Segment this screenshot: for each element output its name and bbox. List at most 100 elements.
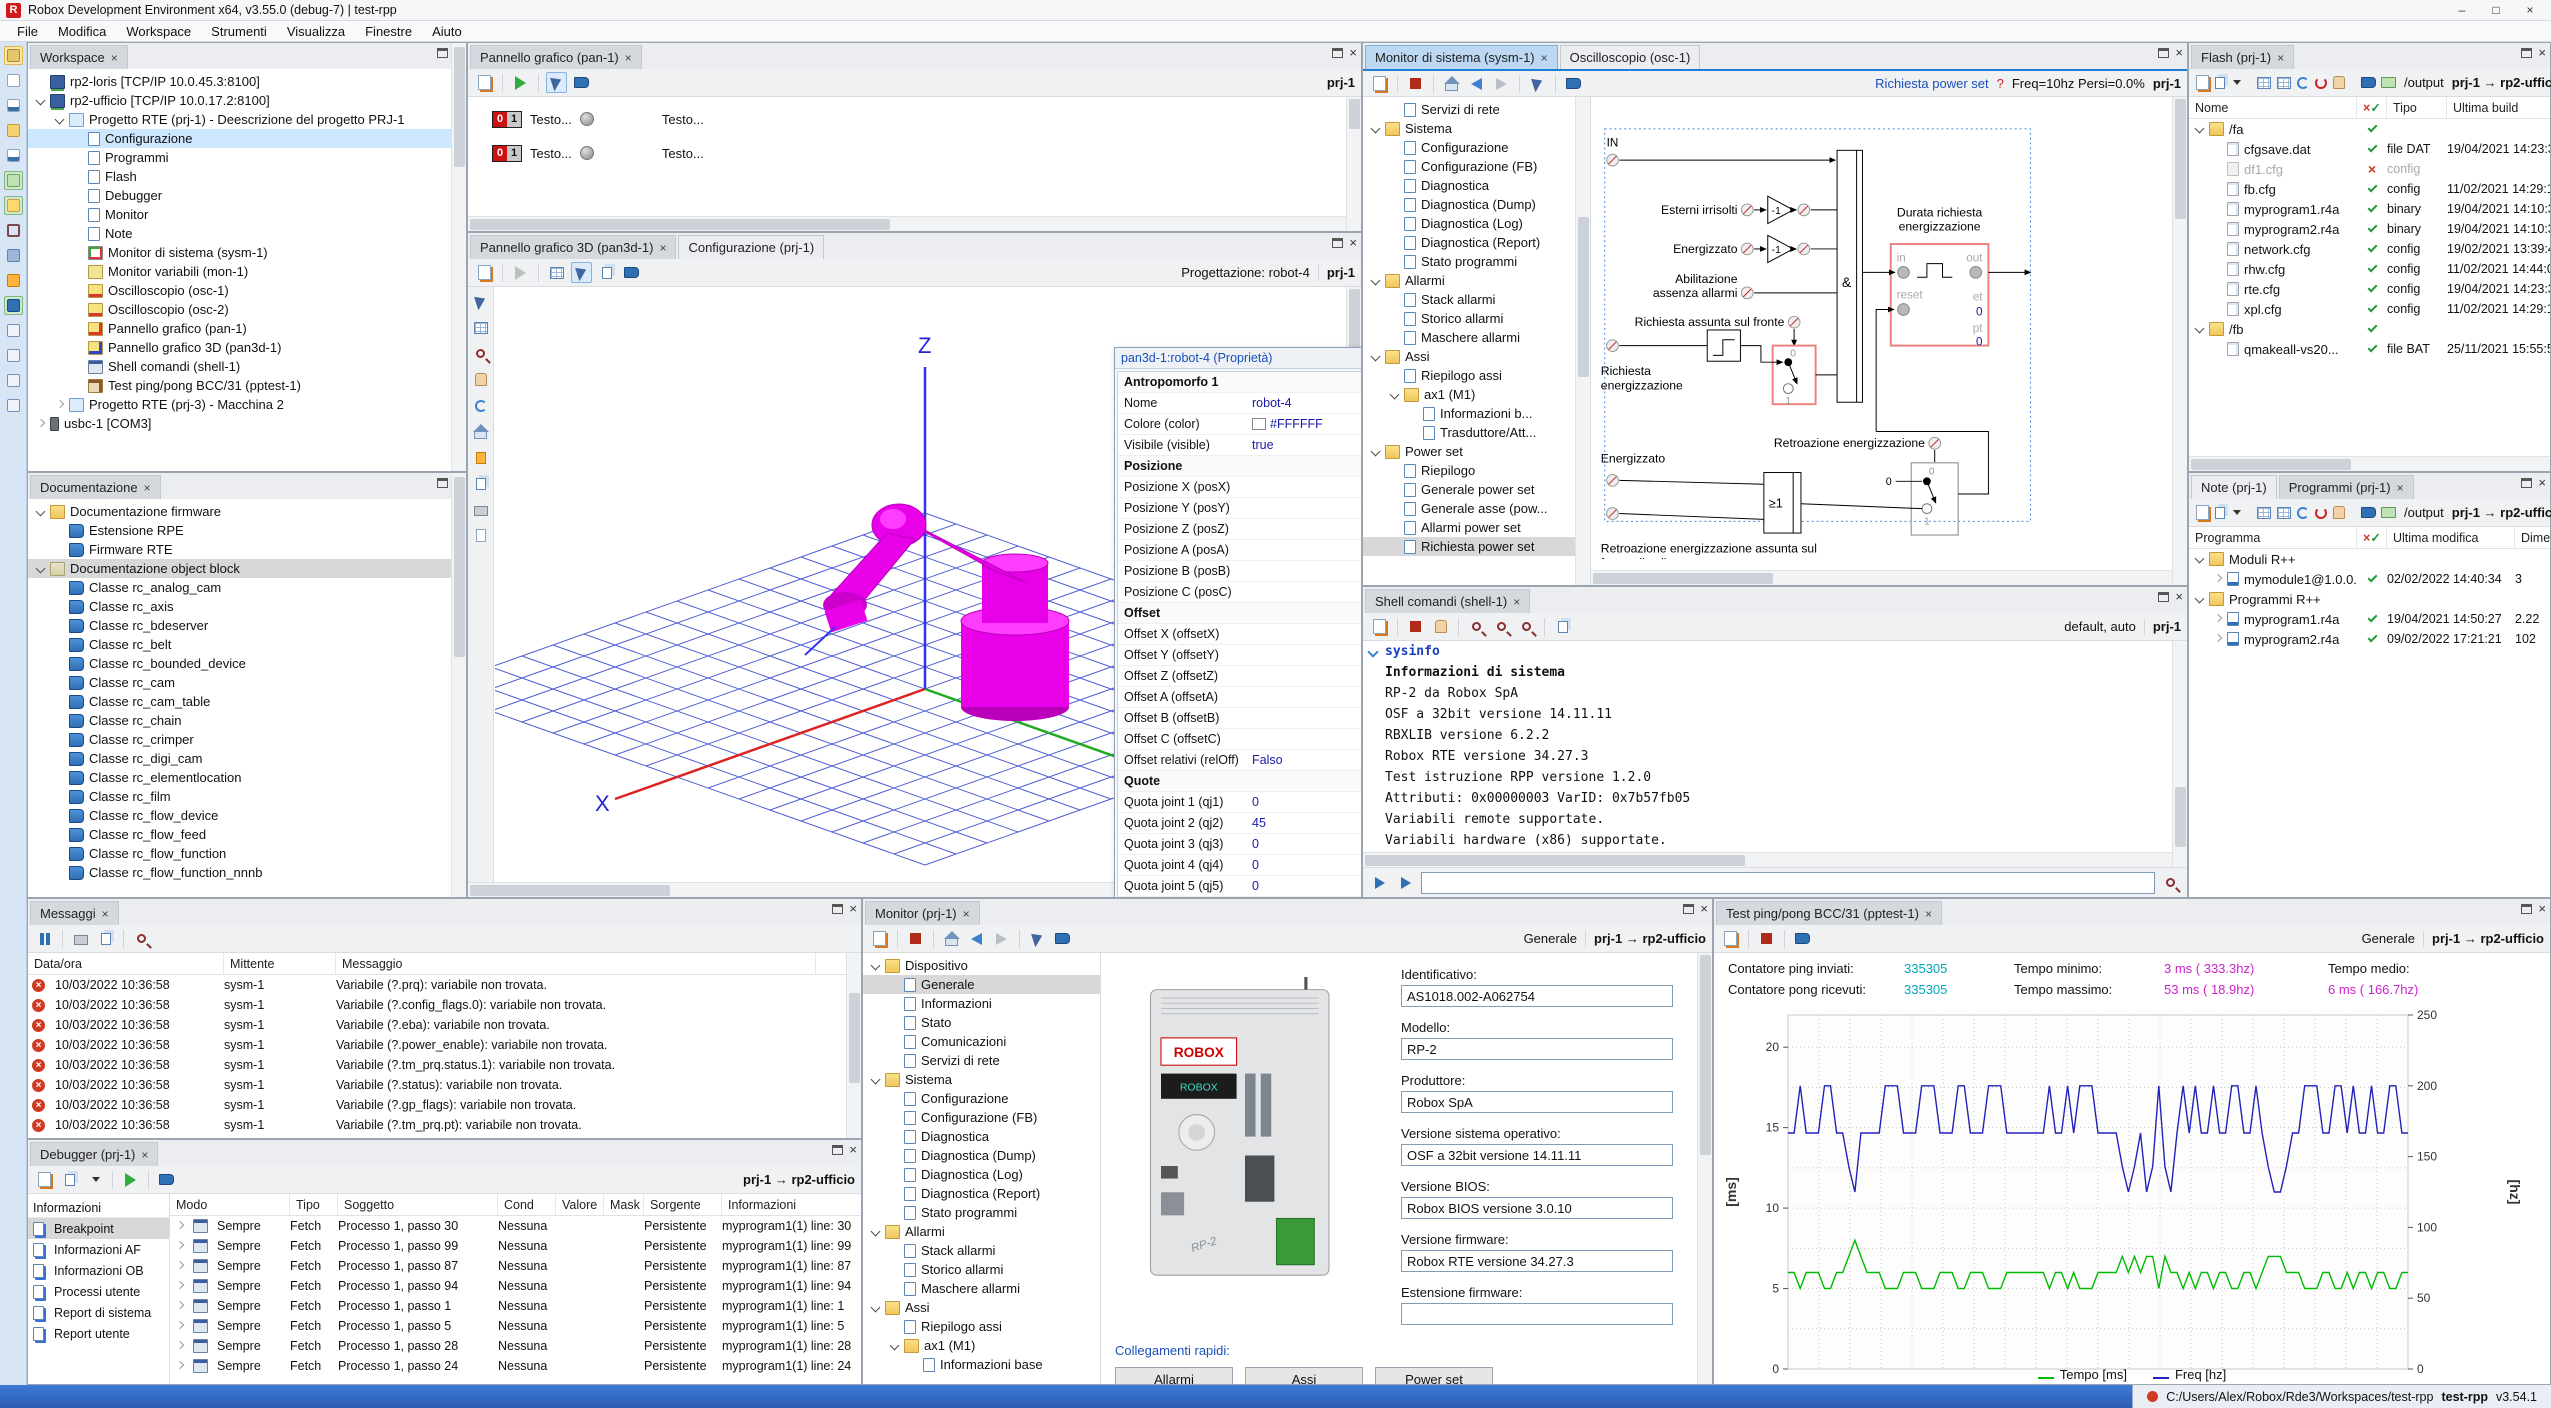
column-header[interactable]: Nome — [2189, 97, 2357, 118]
column-header[interactable]: Ultima modifica — [2387, 527, 2515, 548]
new-icon[interactable] — [869, 928, 890, 949]
breakpoint-row[interactable]: SempreFetchProcesso 1, passo 99NessunaPe… — [170, 1236, 861, 1256]
home-view-icon[interactable] — [470, 421, 491, 442]
property-row[interactable]: Offset B (offsetB) — [1118, 708, 1361, 729]
search-history-icon[interactable] — [2160, 872, 2181, 893]
panel-close-icon[interactable]: × — [2175, 592, 2183, 602]
field-value[interactable]: Robox SpA — [1401, 1091, 1673, 1113]
help-book-icon[interactable] — [2360, 502, 2377, 523]
collapse-icon[interactable] — [869, 1301, 883, 1315]
column-header[interactable]: Messaggio — [336, 953, 816, 974]
dropdown-icon[interactable] — [2230, 502, 2242, 523]
tab-oscilloscopio[interactable]: Oscilloscopio (osc-1) — [1560, 45, 1701, 69]
tree-item[interactable]: Oscilloscopio (osc-1) — [28, 281, 466, 300]
tab-close-icon[interactable]: × — [1513, 595, 1520, 609]
tree-item[interactable]: Power set — [1363, 442, 1590, 461]
copy-icon[interactable] — [2214, 72, 2226, 93]
property-value[interactable]: robot-4 — [1252, 396, 1292, 410]
mail-icon[interactable] — [4, 196, 23, 215]
tree-item[interactable]: Diagnostica (Log) — [1363, 214, 1590, 233]
scrollbar[interactable] — [451, 43, 466, 471]
tree-item[interactable]: Sistema — [863, 1070, 1100, 1089]
pan-icon[interactable] — [2332, 502, 2346, 523]
maximize-button[interactable]: □ — [2481, 2, 2511, 19]
dock-icon[interactable] — [2158, 592, 2169, 602]
program-row[interactable]: myprogram1.r4a19/04/2021 14:50:272.22 — [2189, 609, 2550, 629]
forward-icon[interactable] — [1491, 73, 1512, 94]
column-header[interactable]: ×✓ — [2357, 97, 2387, 118]
build-icon[interactable] — [2256, 72, 2272, 93]
dock-icon[interactable] — [2158, 48, 2169, 58]
tree-item[interactable]: Allarmi — [1363, 271, 1590, 290]
expand-icon[interactable] — [173, 1219, 187, 1233]
send-icon[interactable] — [1369, 872, 1390, 893]
build-all-icon[interactable] — [2276, 72, 2292, 93]
file-row[interactable]: df1.cfg×config — [2189, 159, 2550, 179]
stop-icon[interactable] — [905, 928, 926, 949]
dock-icon[interactable] — [2521, 904, 2532, 914]
tree-item[interactable]: usbc-1 [COM3] — [28, 414, 466, 433]
rotate-icon[interactable] — [470, 395, 491, 416]
tree-item[interactable]: Classe rc_cam — [28, 673, 466, 692]
property-row[interactable]: Posizione A (posA) — [1118, 540, 1361, 561]
field-value[interactable]: OSF a 32bit versione 14.11.11 — [1401, 1144, 1673, 1166]
window-down-icon[interactable] — [4, 321, 23, 340]
tree-item[interactable]: Stato — [863, 1013, 1100, 1032]
copy-icon[interactable] — [59, 1169, 80, 1190]
new-icon[interactable] — [474, 72, 495, 93]
tree-item[interactable]: Documentazione firmware — [28, 502, 466, 521]
tree-item[interactable]: ax1 (M1) — [1363, 385, 1590, 404]
tree-item[interactable]: Comunicazioni — [863, 1032, 1100, 1051]
collapse-icon[interactable] — [2211, 572, 2225, 586]
breadcrumb-page[interactable]: Richiesta power set — [1875, 76, 1988, 91]
tree-item[interactable]: Classe rc_crimper — [28, 730, 466, 749]
menu-item-workspace[interactable]: Workspace — [117, 23, 200, 40]
scrollbar[interactable] — [1591, 570, 2172, 585]
tree-item[interactable]: Generale power set — [1363, 480, 1590, 499]
tree-item[interactable]: Maschere allarmi — [1363, 328, 1590, 347]
message-row[interactable]: ×10/03/2022 10:36:58sysm-1Variabile (?.s… — [28, 1075, 861, 1095]
tree-item[interactable]: Flash — [28, 167, 466, 186]
file-row[interactable]: cfgsave.datfile DAT19/04/2021 14:23:33 — [2189, 139, 2550, 159]
toggle-switch-icon[interactable]: 01 — [492, 145, 522, 162]
tab-close-icon[interactable]: × — [963, 907, 970, 921]
file-row[interactable]: rte.cfgconfig19/04/2021 14:23:33 — [2189, 279, 2550, 299]
menu-item-aiuto[interactable]: Aiuto — [423, 23, 471, 40]
tab-shell[interactable]: Shell comandi (shell-1)× — [1365, 589, 1530, 613]
select-icon[interactable] — [470, 291, 491, 312]
expand-icon[interactable] — [53, 398, 67, 412]
new-file-icon[interactable] — [4, 71, 23, 90]
tab-close-icon[interactable]: × — [625, 51, 632, 65]
collapse-icon[interactable] — [1388, 388, 1402, 402]
new-icon[interactable] — [2195, 72, 2210, 93]
tree-item[interactable]: Classe rc_bdeserver — [28, 616, 466, 635]
breakpoint-row[interactable]: SempreFetchProcesso 1, passo 30NessunaPe… — [170, 1216, 861, 1236]
tab-pptest[interactable]: Test ping/pong BCC/31 (pptest-1)× — [1716, 901, 1942, 925]
new-icon[interactable] — [2195, 502, 2210, 523]
tree-item[interactable]: Classe rc_film — [28, 787, 466, 806]
file-row[interactable]: /fa — [2189, 119, 2550, 139]
tree-item[interactable]: Diagnostica — [863, 1127, 1100, 1146]
tree-item[interactable]: Classe rc_belt — [28, 635, 466, 654]
column-header[interactable]: Valore — [556, 1194, 604, 1215]
property-row[interactable]: Offset Z (offsetZ) — [1118, 666, 1361, 687]
file-row[interactable]: myprogram1.r4abinary19/04/2021 14:10:362 — [2189, 199, 2550, 219]
dock-icon[interactable] — [2521, 48, 2532, 58]
message-row[interactable]: ×10/03/2022 10:36:58sysm-1Variabile (?.e… — [28, 1015, 861, 1035]
column-header[interactable]: Ultima build — [2447, 97, 2550, 118]
tree-item[interactable]: rp2-ufficio [TCP/IP 10.0.17.2:8100] — [28, 91, 466, 110]
dropdown-icon[interactable] — [2230, 72, 2242, 93]
edit-pointer-icon[interactable] — [571, 262, 592, 283]
tab-pan3d[interactable]: Pannello grafico 3D (pan3d-1)× — [470, 235, 676, 259]
scrollbar[interactable] — [468, 216, 1346, 231]
debugger-nav-item[interactable]: Processi utente — [28, 1281, 169, 1302]
tab-debugger[interactable]: Debugger (prj-1)× — [30, 1142, 158, 1166]
tab-close-icon[interactable]: × — [2397, 481, 2404, 495]
tree-item[interactable]: Dispositivo — [863, 956, 1100, 975]
collapse-icon[interactable] — [869, 1225, 883, 1239]
windows-close-icon[interactable] — [4, 396, 23, 415]
camera-icon[interactable] — [470, 473, 491, 494]
back-icon[interactable] — [1466, 73, 1487, 94]
dock-icon[interactable] — [2521, 478, 2532, 488]
expand-icon[interactable] — [173, 1299, 187, 1313]
